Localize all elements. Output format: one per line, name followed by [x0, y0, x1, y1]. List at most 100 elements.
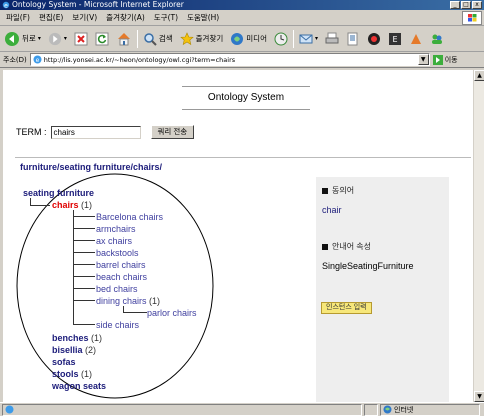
synonym-header-label: 동의어 — [332, 186, 355, 195]
tree-node-child[interactable]: Barcelona chairs — [96, 211, 163, 223]
messenger-people-button[interactable] — [428, 29, 446, 49]
internet-globe-icon — [383, 405, 392, 414]
home-button[interactable] — [114, 29, 134, 49]
tree-dining-count: (1) — [149, 296, 161, 306]
favorites-label: 즐겨찾기 — [195, 34, 224, 43]
refresh-icon — [95, 32, 109, 45]
print-button[interactable] — [323, 29, 341, 49]
tree-node-sibling[interactable]: bisellia (2) — [52, 344, 96, 356]
back-dropdown-icon[interactable]: ▾ — [38, 35, 41, 42]
status-bar: 인터넷 — [0, 402, 484, 416]
tree-node-child[interactable]: barrel chairs — [96, 259, 146, 271]
go-button[interactable]: 이동 — [432, 54, 458, 65]
tree-node-child[interactable]: armchairs — [96, 223, 136, 235]
menu-help[interactable]: 도움말(H) — [187, 12, 219, 23]
forward-dropdown-icon[interactable]: ▾ — [64, 35, 67, 42]
window-controls: _ □ x — [450, 1, 482, 9]
tree-node-sibling[interactable]: wagon seats — [52, 380, 106, 392]
mail-button[interactable]: ▾ — [297, 29, 320, 49]
address-bar: 주소(D) e http://lis.yonsei.ac.kr/~heon/on… — [0, 52, 484, 68]
page-status-icon — [5, 405, 14, 414]
svg-text:E: E — [392, 35, 397, 44]
scroll-down-icon[interactable]: ▼ — [474, 391, 484, 402]
address-dropdown-icon[interactable]: ▼ — [417, 54, 429, 65]
property-value: SingleSeatingFurniture — [322, 261, 414, 271]
favorites-star-icon — [179, 31, 194, 45]
messenger-icon — [367, 32, 380, 45]
tree-current-label: chairs — [52, 200, 79, 210]
menu-favorites[interactable]: 즐겨찾기(A) — [106, 12, 145, 23]
tree-sibling-label: bisellia — [52, 345, 83, 355]
forward-button[interactable]: ▾ — [46, 29, 69, 49]
ie-logo-icon: e — [2, 1, 10, 9]
close-button[interactable]: x — [472, 1, 482, 9]
discuss-icon: E — [388, 32, 401, 45]
mail-dropdown-icon[interactable]: ▾ — [315, 35, 318, 42]
edit-icon — [347, 32, 358, 45]
menu-bar: 파일(F) 편집(E) 보기(V) 즐겨찾기(A) 도구(T) 도움말(H) — [0, 10, 484, 26]
tree-node-child[interactable]: side chairs — [96, 319, 139, 331]
go-arrow-icon — [432, 54, 443, 65]
minimize-button[interactable]: _ — [450, 1, 460, 9]
synonym-value[interactable]: chair — [322, 205, 342, 215]
menu-file[interactable]: 파일(F) — [6, 12, 30, 23]
favorites-button[interactable]: 즐겨찾기 — [178, 29, 226, 49]
tree-connector — [73, 301, 95, 325]
menu-view[interactable]: 보기(V) — [72, 12, 97, 23]
go-label: 이동 — [444, 55, 458, 64]
search-icon — [144, 32, 157, 46]
term-input[interactable]: chairs — [50, 125, 141, 139]
status-message — [2, 403, 362, 416]
discuss-button[interactable]: E — [386, 29, 404, 49]
tree-node-sibling[interactable]: sofas — [52, 356, 76, 368]
divider — [15, 157, 471, 158]
home-icon — [117, 32, 130, 45]
address-input[interactable]: e http://lis.yonsei.ac.kr/~heon/ontology… — [29, 53, 430, 66]
term-info-panel: 동의어 chair 안내어 속성 SingleSeatingFurniture … — [316, 177, 449, 402]
back-button[interactable]: 뒤로 ▾ — [2, 29, 43, 49]
menu-edit[interactable]: 편집(E) — [39, 12, 63, 23]
vertical-scrollbar[interactable]: ▲ ▼ — [473, 70, 484, 402]
media-button[interactable]: 미디어 — [228, 29, 269, 49]
search-button[interactable]: 검색 — [141, 29, 175, 49]
refresh-button[interactable] — [93, 29, 111, 49]
tree-node-child[interactable]: bed chairs — [96, 283, 138, 295]
tree-sibling-label: wagon seats — [52, 381, 107, 391]
tree-node-child[interactable]: ax chairs — [96, 235, 132, 247]
maximize-button[interactable]: □ — [461, 1, 471, 9]
edit-button[interactable] — [344, 29, 362, 49]
messenger-button[interactable] — [365, 29, 383, 49]
tree-node-child[interactable]: beach chairs — [96, 271, 147, 283]
tree-dining-label: dining chairs — [96, 296, 147, 306]
tree-sibling-count: (1) — [81, 369, 93, 379]
stop-button[interactable] — [72, 29, 90, 49]
forward-arrow-icon — [48, 32, 61, 45]
tree-node-grandchild[interactable]: parlor chairs — [147, 307, 197, 319]
synonym-header: 동의어 — [322, 185, 354, 196]
tree-connector — [73, 265, 95, 277]
browser-toolbar: 뒤로 ▾ ▾ 검색 즐겨찾기 미디어 ▾ E — [0, 26, 484, 52]
tree-sibling-count: (1) — [91, 333, 103, 343]
history-button[interactable] — [272, 29, 290, 49]
search-label: 검색 — [158, 34, 173, 43]
menu-tools[interactable]: 도구(T) — [154, 12, 178, 23]
tree-node-sibling[interactable]: benches (1) — [52, 332, 102, 344]
window-titlebar[interactable]: e Ontology System - Microsoft Internet E… — [0, 0, 484, 10]
research-button[interactable] — [407, 29, 425, 49]
term-label: TERM : — [16, 127, 47, 137]
stop-icon — [74, 32, 88, 45]
page-viewport: Ontology System TERM : chairs 쿼리 전송 furn… — [3, 70, 473, 402]
back-label: 뒤로 — [22, 34, 36, 43]
property-header-label: 안내어 속성 — [332, 242, 372, 251]
tree-node-child[interactable]: backstools — [96, 247, 139, 259]
query-submit-button[interactable]: 쿼리 전송 — [150, 125, 195, 139]
page-icon: e — [33, 55, 42, 64]
scroll-up-icon[interactable]: ▲ — [474, 70, 484, 81]
site-title: Ontology System — [182, 86, 310, 110]
tree-node-sibling[interactable]: stools (1) — [52, 368, 92, 380]
tree-connector — [123, 306, 147, 313]
windows-flag-icon — [462, 11, 482, 25]
instance-input-button[interactable]: 인스턴스 입력 — [321, 302, 372, 314]
tree-connector — [73, 289, 95, 301]
tree-sibling-label: sofas — [52, 357, 76, 367]
